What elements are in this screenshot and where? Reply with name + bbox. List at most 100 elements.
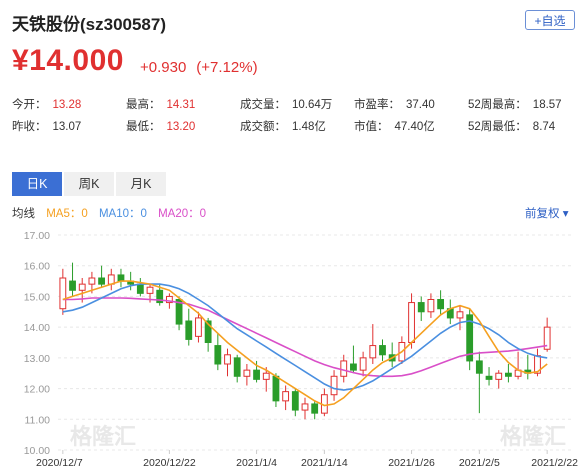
candle-body [136, 283, 144, 294]
ma10-legend: MA10：0 [98, 208, 147, 220]
ma-legend-label: 均线 [12, 208, 35, 220]
tab-daily-k[interactable]: 日K [12, 172, 62, 196]
stat-market-cap: 市值： 47.40亿 [354, 118, 435, 134]
x-tick-label: 2021/2/5 [459, 457, 500, 469]
candle-body [59, 277, 67, 310]
candle-body [437, 299, 445, 310]
x-tick-label: 2020/12/22 [143, 457, 196, 469]
candle-body [369, 345, 377, 359]
price-change-value: +0.930 [140, 59, 187, 76]
price-adjust-dropdown[interactable]: 前复权 ▾ [525, 205, 568, 221]
ma20-legend: MA20：0 [158, 208, 207, 220]
stat-value: 18.57 [532, 99, 562, 111]
ma10-line [62, 283, 548, 391]
candle-body [475, 360, 483, 374]
x-tick-label: 2021/1/4 [236, 457, 277, 469]
watermark-text: 格隆汇 [500, 424, 566, 450]
candle-body [224, 354, 231, 365]
candle-body [291, 391, 299, 411]
stat-value: 47.40亿 [394, 121, 435, 133]
candle-body [272, 375, 280, 402]
stats-row-1: 今开： 13.28 最高： 14.31 成交量： 10.64万 市盈率： 37.40 5… [12, 96, 577, 118]
y-tick-label: 10.00 [24, 445, 50, 457]
stat-label: 最低： [126, 121, 161, 133]
candle-body [282, 391, 290, 402]
stat-low: 最低： 13.20 [126, 118, 195, 134]
y-tick-label: 11.00 [25, 414, 51, 426]
stat-label: 市值： [354, 121, 389, 133]
stock-title: 天铁股份(sz300587) [12, 15, 167, 34]
candle-body [340, 360, 348, 377]
candle-body [233, 357, 241, 377]
stat-open: 今开： 13.28 [12, 96, 81, 112]
candle-body [417, 302, 425, 313]
candle-body [78, 283, 86, 291]
candle-body [408, 302, 415, 343]
y-tick-label: 17.00 [24, 230, 50, 242]
ma5-legend: MA5：0 [46, 208, 88, 220]
tab-weekly-k[interactable]: 周K [64, 172, 114, 196]
candle-body [88, 277, 96, 285]
stat-pe: 市盈率： 37.40 [354, 96, 435, 112]
stat-volume: 成交量： 10.64万 [240, 96, 332, 112]
stat-turnover: 成交额： 1.48亿 [240, 118, 326, 134]
y-tick-label: 15.00 [24, 291, 50, 303]
y-tick-label: 12.00 [24, 384, 50, 396]
quote-stats: 今开： 13.28 最高： 14.31 成交量： 10.64万 市盈率： 37.40 5… [12, 96, 577, 140]
stat-value: 14.31 [166, 99, 196, 111]
stat-value: 8.74 [532, 121, 556, 133]
stat-label: 今开： [12, 99, 47, 111]
candle-body [311, 403, 319, 414]
stat-label: 昨收： [12, 121, 47, 133]
candle-body [495, 372, 503, 380]
x-tick-label: 2021/1/26 [388, 457, 435, 469]
watermark-text: 格隆汇 [70, 424, 136, 450]
candle-body [146, 286, 154, 294]
stat-52w-low: 52周最低： 8.74 [468, 118, 555, 134]
stats-row-2: 昨收： 13.07 最低： 13.20 成交额： 1.48亿 市值： 47.40亿 52… [12, 118, 577, 140]
stat-prev-close: 昨收： 13.07 [12, 118, 81, 134]
stat-value: 13.28 [52, 99, 82, 111]
stat-label: 52周最低： [468, 121, 527, 133]
stat-label: 52周最高： [468, 99, 527, 111]
kline-period-tabs: 日K 周K 月K [12, 172, 168, 196]
stat-value: 1.48亿 [292, 121, 326, 133]
candle-body [301, 403, 309, 411]
candle-body [185, 320, 193, 340]
y-tick-label: 14.00 [24, 322, 50, 334]
y-tick-label: 16.00 [24, 261, 50, 273]
stat-value: 10.64万 [292, 99, 333, 111]
candle-body [214, 345, 222, 365]
stat-label: 成交额： [240, 121, 286, 133]
stat-label: 最高： [126, 99, 161, 111]
x-tick-label: 2020/12/7 [36, 457, 83, 469]
candle-body [350, 363, 357, 371]
price-change-percent: (+7.12%) [196, 59, 258, 76]
ma-legend: 均线 MA5：0 MA10：0 MA20：0 [12, 205, 214, 221]
candle-body [69, 280, 76, 291]
add-to-watchlist-button[interactable]: +自选 [525, 10, 575, 30]
candle-body [330, 375, 338, 396]
candle-body [98, 277, 105, 285]
x-tick-label: 2021/1/14 [301, 457, 348, 469]
stat-label: 成交量： [240, 99, 286, 111]
candlestick-chart[interactable]: 17.00 16.00 15.00 14.00 13.00 12.00 11.00 10.00… [0, 222, 581, 475]
candle-body [253, 369, 260, 380]
candle-body [262, 372, 270, 380]
ma5-line [62, 280, 548, 407]
candle-body [243, 369, 251, 377]
stat-value: 37.40 [406, 99, 435, 111]
stat-high: 最高： 14.31 [126, 96, 195, 112]
candle-body [117, 274, 125, 282]
candle-body [485, 375, 493, 380]
tab-monthly-k[interactable]: 月K [116, 172, 166, 196]
stat-value: 13.20 [166, 121, 196, 133]
candle-body [359, 357, 367, 371]
candle-body [427, 299, 435, 313]
stat-label: 市盈率： [354, 99, 400, 111]
ma20-line [62, 297, 548, 378]
stat-52w-high: 52周最高： 18.57 [468, 96, 562, 112]
candle-body [505, 372, 512, 377]
candle-body [195, 317, 202, 337]
x-tick-label: 2021/2/22 [531, 457, 578, 469]
